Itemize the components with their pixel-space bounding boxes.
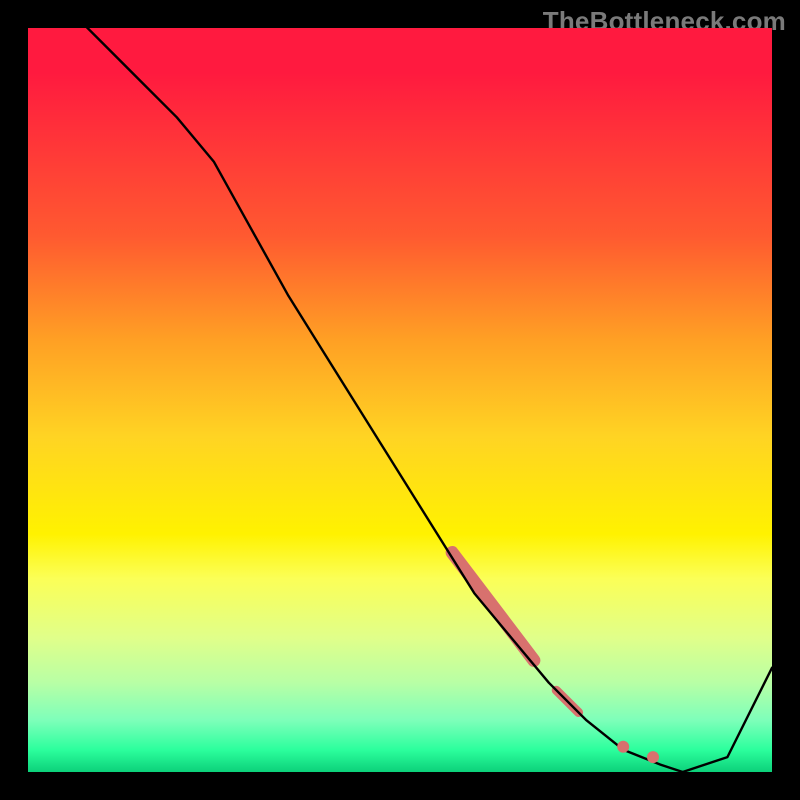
- highlight-layer: [452, 553, 578, 713]
- plot-area: [28, 28, 772, 772]
- highlight-point: [647, 751, 659, 763]
- highlight-point: [617, 741, 629, 753]
- chart-svg: [28, 28, 772, 772]
- chart-frame: TheBottleneck.com: [0, 0, 800, 800]
- main-curve: [28, 28, 772, 772]
- highlight-segment: [452, 553, 534, 661]
- point-layer: [617, 741, 659, 763]
